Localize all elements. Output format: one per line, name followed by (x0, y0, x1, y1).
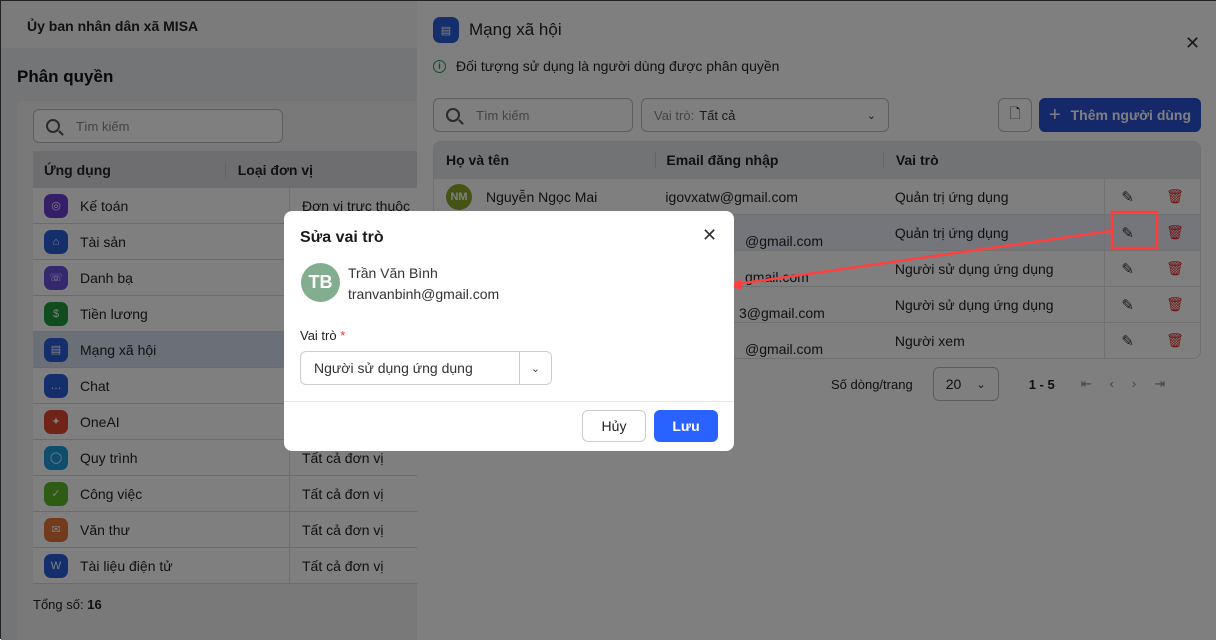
annotation-arrow (736, 229, 1112, 286)
user-avatar: TB (301, 263, 340, 302)
chevron-down-icon[interactable]: ⌄ (519, 352, 551, 384)
dialog-divider (284, 401, 734, 402)
role-label-text: Vai trò (300, 328, 337, 343)
user-name: Trần Văn Bình (348, 265, 438, 281)
dialog-title: Sửa vai trò (300, 229, 384, 246)
edit-role-dialog: Sửa vai trò ✕ TB Trần Văn Bình tranvanbi… (284, 211, 734, 451)
highlight-box (1110, 210, 1159, 250)
role-label: Vai trò * (300, 328, 345, 343)
close-dialog-icon[interactable]: ✕ (702, 225, 717, 246)
role-select-value: Người sử dụng ứng dụng (314, 360, 473, 376)
required-mark: * (340, 328, 346, 343)
cancel-button[interactable]: Hủy (582, 410, 646, 442)
role-select[interactable]: Người sử dụng ứng dụng ⌄ (300, 351, 552, 385)
save-button[interactable]: Lưu (654, 410, 718, 442)
user-email: tranvanbinh@gmail.com (348, 286, 500, 302)
